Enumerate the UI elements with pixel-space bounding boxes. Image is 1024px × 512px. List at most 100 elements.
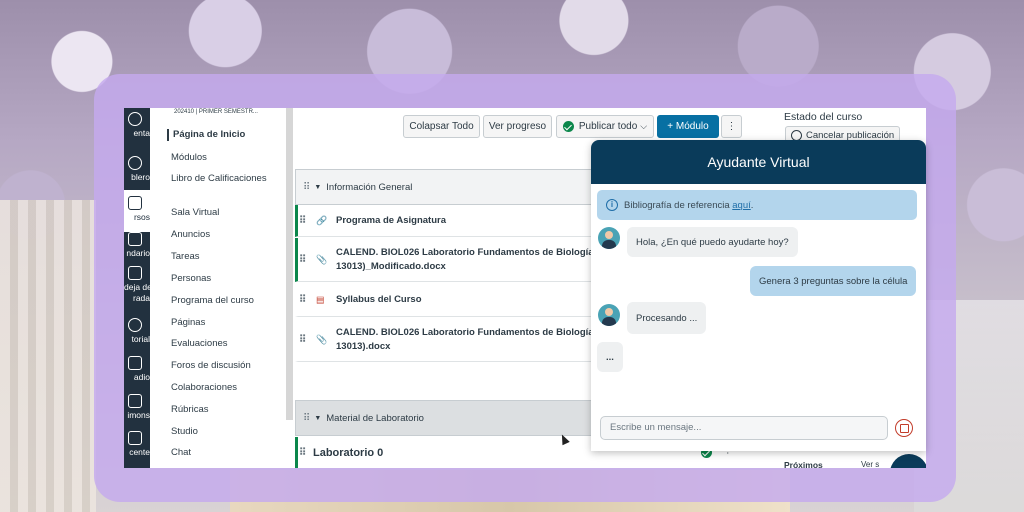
add-module-button[interactable]: + Módulo xyxy=(657,115,719,138)
global-nav-account[interactable]: enta xyxy=(124,108,150,150)
stop-icon[interactable] xyxy=(895,419,913,437)
course-nav-pages[interactable]: Páginas xyxy=(171,317,267,329)
bibliography-link[interactable]: aquí xyxy=(732,200,751,211)
global-nav-label: blero xyxy=(131,172,150,182)
help-icon xyxy=(128,431,142,445)
global-nav-label: ndario xyxy=(126,248,150,258)
module-header-general-info[interactable]: ⠿ ▼ Información General xyxy=(295,169,595,205)
global-nav-label: imons xyxy=(127,410,150,420)
publish-all-button[interactable]: Publicar todo ⌵ xyxy=(556,115,654,138)
chat-launcher-button[interactable] xyxy=(890,454,926,468)
module-item-title-line: 13013)_Modificado.docx xyxy=(336,260,446,272)
global-nav-label: deja de rada xyxy=(124,282,152,303)
global-nav-label: cente xyxy=(129,447,150,457)
attachment-icon: 📎 xyxy=(316,334,328,344)
published-check-icon xyxy=(562,121,574,132)
course-status-title: Estado del curso xyxy=(784,111,863,123)
drag-handle-icon[interactable]: ⠿ xyxy=(299,447,306,458)
typing-indicator: ... xyxy=(597,342,623,372)
drag-handle-icon[interactable]: ⠿ xyxy=(303,413,310,424)
account-icon xyxy=(128,112,142,126)
module-item[interactable]: ⠿ 📎 CALEND. BIOL026 Laboratorio Fundamen… xyxy=(295,318,595,362)
course-nav-syllabus[interactable]: Programa del curso xyxy=(171,295,267,307)
global-nav-courses[interactable]: rsos xyxy=(124,190,150,232)
collapse-triangle-icon[interactable]: ▼ xyxy=(314,184,321,191)
module-item[interactable]: ⠿ ▤ Syllabus del Curso xyxy=(295,283,595,317)
user-message: Genera 3 preguntas sobre la célula xyxy=(750,266,917,296)
module-item-title[interactable]: CALEND. BIOL026 Laboratorio Fundamentos … xyxy=(336,246,593,274)
course-nav-virtual-room[interactable]: Sala Virtual xyxy=(171,207,267,219)
document-icon: ▤ xyxy=(316,294,325,304)
collapse-all-button[interactable]: Colapsar Todo xyxy=(403,115,480,138)
module-item-title-line: CALEND. BIOL026 Laboratorio Fundamentos … xyxy=(336,246,593,258)
drag-handle-icon[interactable]: ⠿ xyxy=(299,294,306,305)
chevron-down-icon: ⌵ xyxy=(640,121,648,131)
chat-message-input[interactable]: Escribe un mensaje... xyxy=(600,416,888,440)
course-nav-modules[interactable]: Módulos xyxy=(171,152,267,164)
module-item-title[interactable]: Programa de Asignatura xyxy=(336,214,593,228)
module-item-title-line: CALEND. BIOL026 Laboratorio Fundamentos … xyxy=(336,326,593,338)
history-icon xyxy=(128,318,142,332)
course-nav-announcements[interactable]: Anuncios xyxy=(171,229,267,241)
calendar-icon xyxy=(128,232,142,246)
module-item[interactable]: ⠿ 📎 CALEND. BIOL026 Laboratorio Fundamen… xyxy=(295,238,595,282)
global-nav-help[interactable]: cente xyxy=(124,431,150,468)
studio-icon xyxy=(128,356,142,370)
course-nav-chat[interactable]: Chat xyxy=(171,447,267,459)
drag-handle-icon[interactable]: ⠿ xyxy=(299,254,306,265)
module-item-title[interactable]: Syllabus del Curso xyxy=(336,293,593,307)
course-nav-studio[interactable]: Studio xyxy=(171,426,267,438)
module-item-title-line: 13013).docx xyxy=(336,340,391,352)
bot-avatar xyxy=(598,227,620,249)
global-nav-dashboard[interactable]: blero xyxy=(124,150,150,192)
course-nav-rubrics[interactable]: Rúbricas xyxy=(171,404,267,416)
bibliography-text: Bibliografía de referencia xyxy=(624,199,733,211)
global-nav-label: adio xyxy=(133,372,150,382)
course-nav-assignments[interactable]: Tareas xyxy=(171,251,267,263)
global-nav-inbox[interactable]: deja de rada xyxy=(124,266,152,312)
virtual-assistant-panel: Ayudante Virtual i Bibliografía de refer… xyxy=(591,140,926,451)
inbox-icon xyxy=(128,266,142,280)
commons-icon xyxy=(128,394,142,408)
bot-message: Procesando ... xyxy=(627,302,707,334)
course-nav: 202410 | PRIMER SEMESTR... Página de Ini… xyxy=(150,108,293,468)
module-item-title[interactable]: CALEND. BIOL026 Laboratorio Fundamentos … xyxy=(336,326,593,354)
collapse-triangle-icon[interactable]: ▼ xyxy=(314,415,321,422)
course-nav-quizzes[interactable]: Evaluaciones xyxy=(171,338,267,350)
course-nav-scrollbar[interactable] xyxy=(286,108,293,420)
global-nav-commons[interactable]: imons xyxy=(124,394,150,436)
view-calendar-link[interactable]: Ver s xyxy=(861,460,879,468)
link-icon: 🔗 xyxy=(316,215,328,225)
global-nav-history[interactable]: torial xyxy=(124,318,150,360)
bibliography-suffix: . xyxy=(750,199,754,211)
view-progress-button[interactable]: Ver progreso xyxy=(483,115,552,138)
drag-handle-icon[interactable]: ⠿ xyxy=(299,215,306,226)
module-header-lab-material[interactable]: ⠿ ▼ Material de Laboratorio xyxy=(295,400,595,436)
module-title: Material de Laboratorio xyxy=(326,412,424,424)
course-nav-people[interactable]: Personas xyxy=(171,273,267,285)
module-title: Información General xyxy=(326,181,413,193)
drag-handle-icon[interactable]: ⠿ xyxy=(303,182,310,193)
upcoming-title: Próximos xyxy=(784,460,823,468)
global-nav-studio[interactable]: adio xyxy=(124,356,150,398)
global-nav: enta blero rsos ndario deja de rada tori… xyxy=(124,108,152,468)
chat-title: Ayudante Virtual xyxy=(591,140,926,184)
course-nav-collaborations[interactable]: Colaboraciones xyxy=(171,382,267,394)
global-nav-label: rsos xyxy=(133,212,150,222)
attachment-icon: 📎 xyxy=(316,254,328,264)
info-icon: i xyxy=(606,199,618,211)
course-nav-gradebook[interactable]: Libro de Calificaciones xyxy=(171,173,267,185)
more-options-button[interactable]: ⋮ xyxy=(721,115,742,138)
global-nav-label: torial xyxy=(131,334,150,344)
drag-handle-icon[interactable]: ⠿ xyxy=(299,334,306,345)
module-item[interactable]: ⠿ 🔗 Programa de Asignatura xyxy=(295,205,595,237)
bot-message: Hola, ¿En qué puedo ayudarte hoy? xyxy=(627,227,798,257)
course-nav-home[interactable]: Página de Inicio xyxy=(167,129,263,141)
course-nav-discussions[interactable]: Foros de discusión xyxy=(171,360,267,372)
bot-avatar xyxy=(598,304,620,326)
course-term: 202410 | PRIMER SEMESTR... xyxy=(174,109,258,115)
background-curtain xyxy=(0,200,96,512)
dashboard-icon xyxy=(128,156,142,170)
global-nav-label: enta xyxy=(133,128,150,138)
publish-all-label: Publicar todo xyxy=(578,121,638,132)
